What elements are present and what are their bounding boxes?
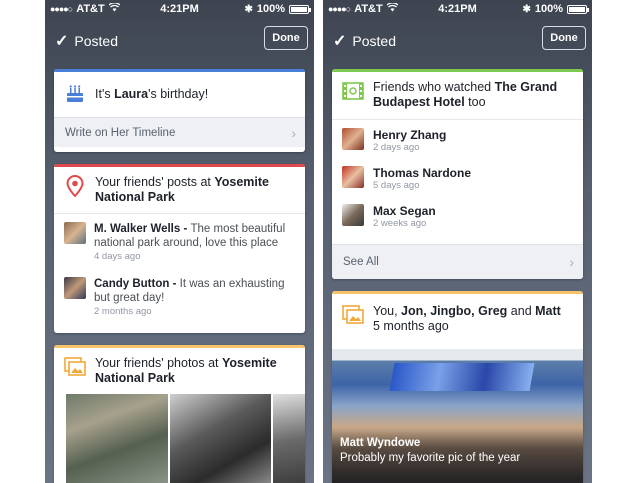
avatar (64, 277, 86, 299)
friend-name: Max Segan (373, 204, 436, 218)
avatar (342, 128, 364, 150)
location-pin-icon (64, 175, 86, 197)
friend-name: Henry Zhang (373, 128, 447, 142)
group-card-title: You, Jon, Jingbo, Greg and Matt 5 months… (373, 304, 561, 333)
friends-photos-card: Your friends' photos at Yosemite Nationa… (54, 345, 305, 483)
status-bar: ●●●●○ AT&T 4:21PM ✱ 100% (323, 0, 592, 18)
photo-author: Matt Wyndowe (340, 437, 421, 449)
cake-icon (64, 83, 86, 105)
battery-label: 100% (256, 3, 285, 15)
post-timestamp: 2 months ago (94, 306, 152, 317)
photos-card-title: Your friends' photos at Yosemite Nationa… (95, 356, 277, 385)
photo-caption: Probably my favorite pic of the year (340, 452, 521, 464)
status-bar: ●●●●○ AT&T 4:21PM ✱ 100% (45, 0, 314, 18)
nav-bar: ✓ Posted Done (323, 24, 592, 56)
chevron-right-icon: › (569, 254, 574, 270)
check-icon: ✓ (333, 33, 347, 50)
film-icon (342, 80, 364, 102)
photo-strip (54, 394, 305, 483)
battery-icon (567, 4, 589, 14)
right-phone-screen: ●●●●○ AT&T 4:21PM ✱ 100% ✓ Posted Done F… (323, 0, 592, 483)
photos-icon (342, 304, 364, 326)
see-all-button[interactable]: See All › (332, 244, 583, 279)
group-card-time: 5 months ago (373, 319, 449, 333)
post-author: Candy Button (94, 278, 170, 290)
watched-card-title: Friends who watched The Grand Budapest H… (373, 80, 558, 109)
graffiti-mural (389, 363, 535, 391)
check-icon: ✓ (55, 33, 69, 50)
friends-posts-card: Your friends' posts at Yosemite National… (54, 164, 305, 333)
battery-label: 100% (534, 3, 563, 15)
friend-list-item[interactable]: Max Segan 2 weeks ago (332, 198, 583, 236)
friend-name: Thomas Nardone (373, 166, 472, 180)
avatar (342, 166, 364, 188)
post-timestamp: 4 days ago (94, 251, 141, 262)
see-all-label: See All (343, 256, 379, 268)
avatar (64, 222, 86, 244)
post-item[interactable]: Candy Button - It was an exhausting but … (54, 269, 305, 324)
chevron-right-icon: › (291, 125, 296, 141)
friend-list-item[interactable]: Henry Zhang 2 days ago (332, 120, 583, 160)
left-phone-screen: ●●●●○ AT&T 4:21PM ✱ 100% ✓ Posted Done I… (45, 0, 314, 483)
done-button[interactable]: Done (264, 26, 308, 50)
battery-icon (289, 4, 311, 14)
friend-list-item[interactable]: Thomas Nardone 5 days ago (332, 160, 583, 198)
post-item[interactable]: M. Walker Wells - The most beautiful nat… (54, 214, 305, 269)
friend-timestamp: 5 days ago (373, 180, 420, 191)
post-author: M. Walker Wells (94, 223, 181, 235)
friend-photo[interactable] (170, 394, 271, 483)
done-button[interactable]: Done (542, 26, 586, 50)
friend-photo[interactable] (66, 394, 168, 483)
friend-timestamp: 2 days ago (373, 142, 420, 153)
posts-card-title: Your friends' posts at Yosemite National… (95, 175, 270, 204)
photos-icon (64, 356, 86, 378)
nav-bar: ✓ Posted Done (45, 24, 314, 56)
group-photo[interactable]: Matt Wyndowe Probably my favorite pic of… (332, 349, 583, 483)
birthday-text: It's Laura's birthday! (95, 86, 209, 101)
friend-timestamp: 2 weeks ago (373, 218, 427, 229)
nav-title: Posted (74, 33, 118, 49)
friends-watched-card: Friends who watched The Grand Budapest H… (332, 69, 583, 279)
friend-photo[interactable] (273, 394, 305, 483)
write-on-timeline-label: Write on Her Timeline (65, 127, 176, 139)
avatar (342, 204, 364, 226)
write-on-timeline-button[interactable]: Write on Her Timeline › (54, 117, 305, 147)
birthday-card: It's Laura's birthday! Write on Her Time… (54, 69, 305, 152)
bluetooth-icon: ✱ (522, 3, 531, 15)
group-photo-card: You, Jon, Jingbo, Greg and Matt 5 months… (332, 291, 583, 483)
bluetooth-icon: ✱ (244, 3, 253, 15)
nav-title: Posted (352, 33, 396, 49)
